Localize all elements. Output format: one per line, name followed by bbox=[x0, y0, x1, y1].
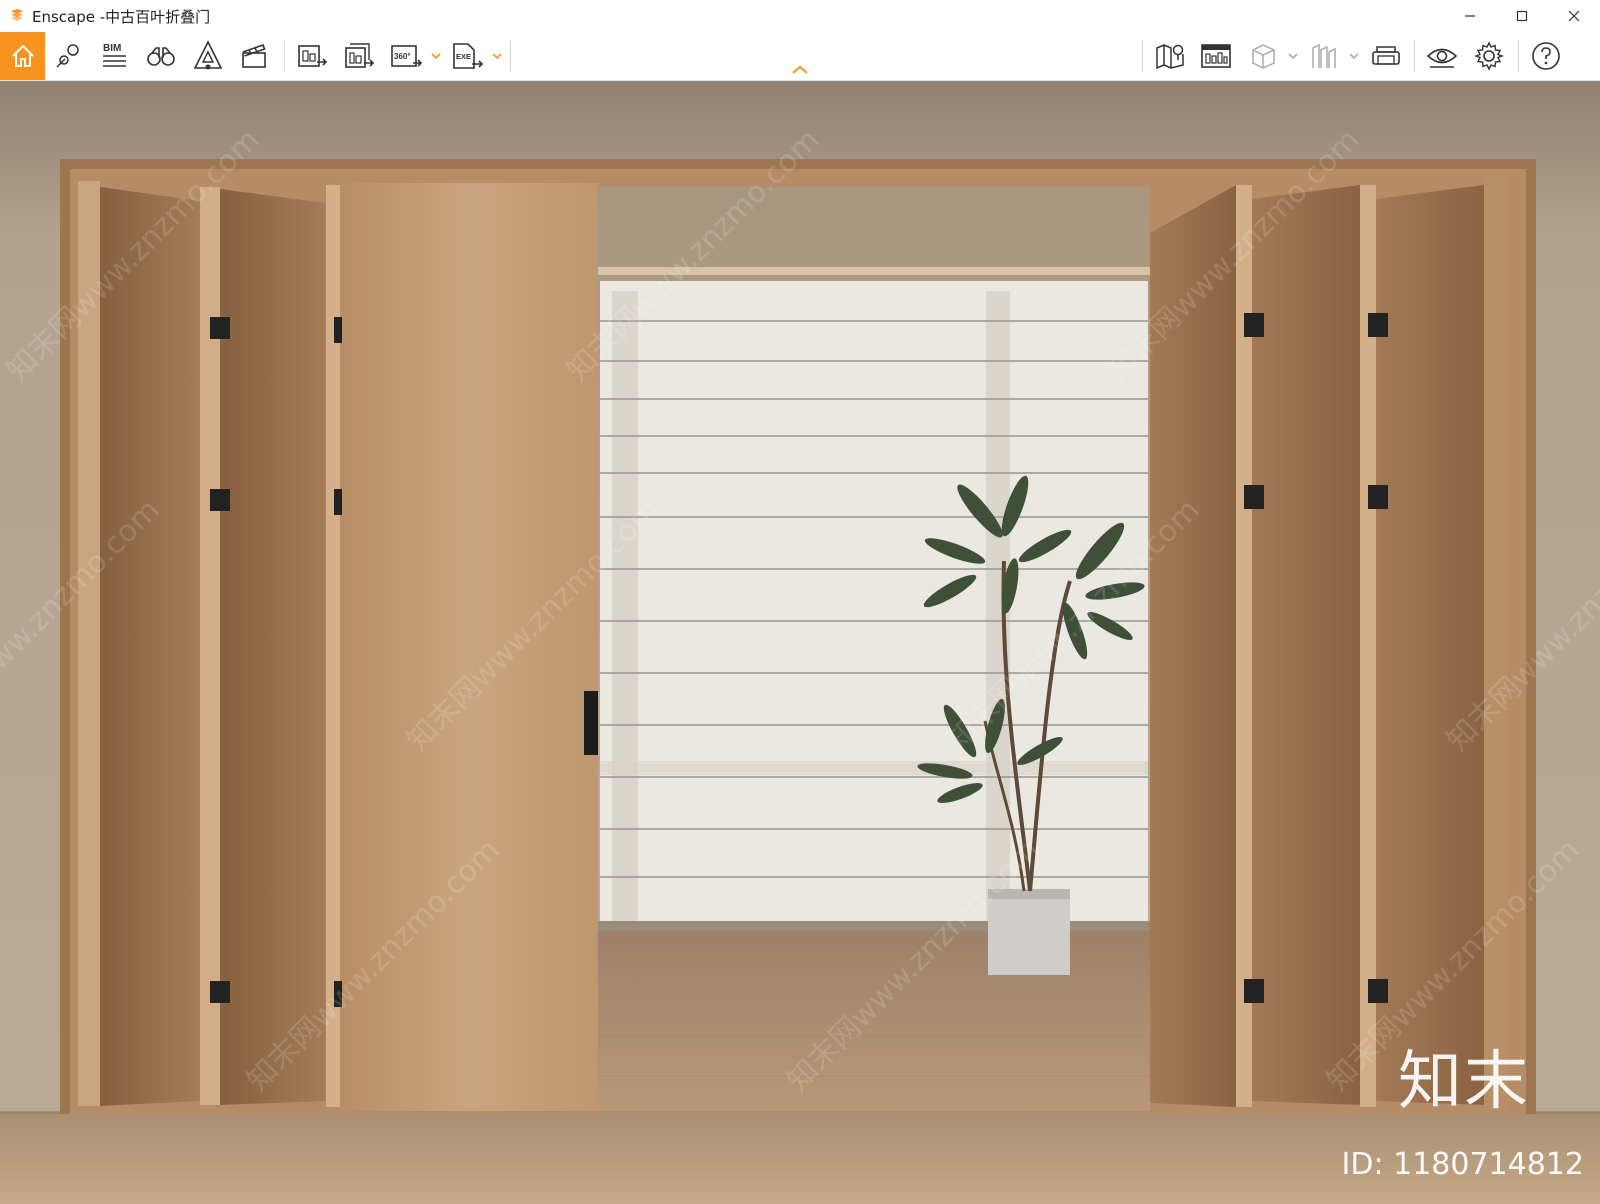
close-button[interactable] bbox=[1548, 0, 1600, 32]
batch-render-button[interactable] bbox=[341, 38, 377, 74]
views-button[interactable] bbox=[50, 38, 86, 74]
panorama-dropdown[interactable] bbox=[430, 50, 442, 62]
home-icon bbox=[11, 44, 34, 67]
panorama-label: 360° bbox=[394, 52, 411, 61]
minimize-button[interactable] bbox=[1444, 0, 1496, 32]
close-icon bbox=[1568, 10, 1580, 22]
panorama-icon: 360° bbox=[391, 45, 423, 67]
building-icon bbox=[1312, 43, 1336, 68]
toolbar-separator bbox=[1518, 40, 1519, 72]
chevron-up-icon bbox=[792, 65, 808, 74]
clapperboard-icon bbox=[242, 43, 266, 68]
maximize-button[interactable] bbox=[1496, 0, 1548, 32]
export-exe-icon: EXE bbox=[453, 43, 484, 69]
brand-logo: 知末 bbox=[1398, 1045, 1530, 1119]
collaborate-dropdown[interactable] bbox=[1287, 50, 1299, 62]
window-title: Enscape -中古百叶折叠门 bbox=[32, 7, 211, 26]
settings-button[interactable] bbox=[1471, 38, 1507, 74]
bim-filter-dropdown[interactable] bbox=[1348, 50, 1360, 62]
image-id-label: ID: 1180714812 bbox=[1341, 1147, 1584, 1182]
bim-button[interactable]: BIM bbox=[96, 38, 132, 74]
render-image-icon bbox=[298, 45, 328, 67]
batch-render-icon bbox=[345, 43, 375, 68]
render-viewport[interactable]: 知末网www.znzmo.com 知末网www.znzmo.com 知末网www… bbox=[0, 81, 1600, 1204]
video-editor-button[interactable] bbox=[236, 38, 272, 74]
minimize-icon bbox=[1465, 15, 1475, 17]
export-dropdown[interactable] bbox=[491, 50, 503, 62]
export-exe-button[interactable]: EXE bbox=[449, 38, 485, 74]
toolbar-collapse-button[interactable] bbox=[790, 62, 810, 78]
toolbar-separator bbox=[1414, 40, 1415, 72]
help-button[interactable] bbox=[1528, 38, 1564, 74]
collaborate-button[interactable] bbox=[1245, 38, 1281, 74]
home-button[interactable] bbox=[0, 32, 45, 80]
cube-icon bbox=[1252, 44, 1275, 69]
bim-icon: BIM bbox=[103, 43, 126, 67]
render-image-button[interactable] bbox=[294, 38, 330, 74]
map-pin-icon bbox=[56, 44, 79, 68]
visual-settings-button[interactable] bbox=[1424, 38, 1460, 74]
window-controls bbox=[1444, 0, 1600, 32]
material-editor-icon bbox=[1201, 44, 1231, 68]
vr-headset-icon bbox=[1372, 46, 1400, 65]
eye-icon bbox=[1426, 48, 1458, 68]
chevron-down-icon bbox=[1288, 53, 1298, 60]
toolbar-separator bbox=[510, 40, 511, 72]
bim-label: BIM bbox=[103, 43, 121, 54]
vr-button[interactable] bbox=[1368, 38, 1404, 74]
panorama-button[interactable]: 360° bbox=[388, 38, 424, 74]
chevron-down-icon bbox=[492, 53, 502, 60]
gear-icon bbox=[1474, 41, 1504, 71]
title-bar: Enscape -中古百叶折叠门 bbox=[0, 0, 1600, 32]
toolbar-separator bbox=[1142, 40, 1143, 72]
chevron-down-icon bbox=[1349, 53, 1359, 60]
asset-library-icon bbox=[193, 40, 223, 70]
map-icon bbox=[1156, 44, 1184, 70]
maximize-icon bbox=[1516, 10, 1528, 22]
binoculars-button[interactable] bbox=[143, 38, 179, 74]
asset-library-button[interactable] bbox=[190, 38, 226, 74]
bim-filter-button[interactable] bbox=[1306, 38, 1342, 74]
material-editor-button[interactable] bbox=[1198, 38, 1234, 74]
help-icon bbox=[1532, 42, 1560, 70]
binoculars-icon bbox=[147, 47, 175, 66]
toolbar-separator bbox=[284, 40, 285, 72]
enscape-logo-icon bbox=[8, 7, 26, 25]
export-exe-label: EXE bbox=[456, 52, 471, 61]
chevron-down-icon bbox=[431, 53, 441, 60]
map-button[interactable] bbox=[1152, 38, 1188, 74]
